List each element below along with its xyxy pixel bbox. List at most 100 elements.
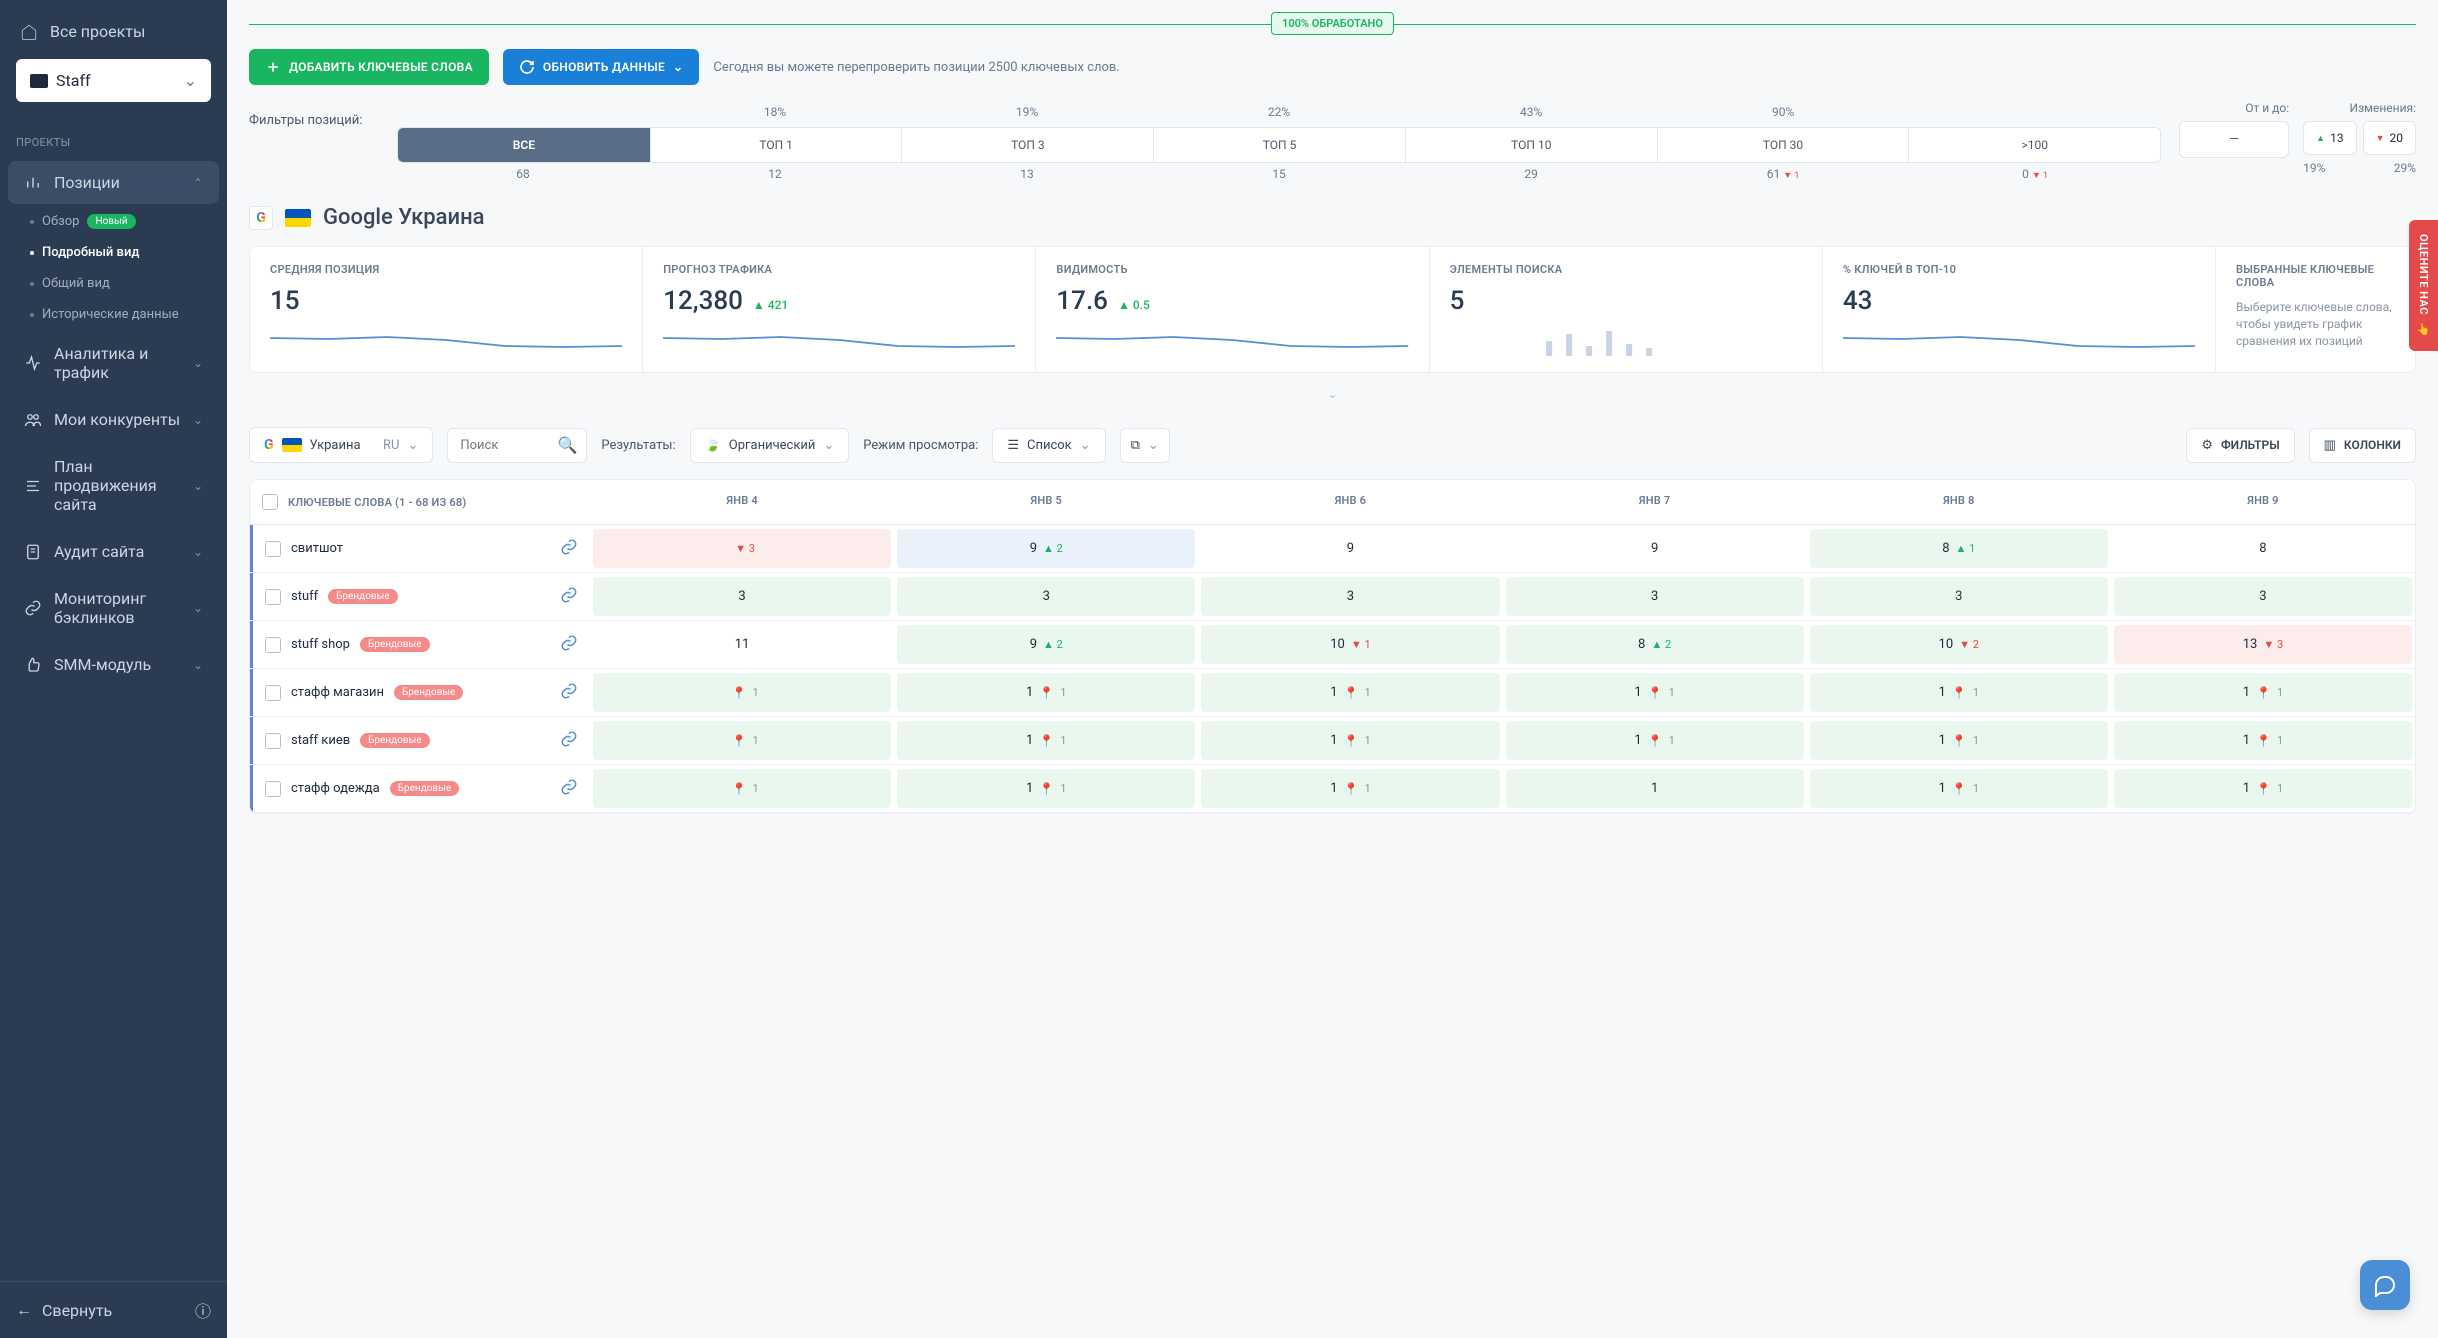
th-date[interactable]: ЯНВ 7 (1503, 480, 1807, 524)
th-date[interactable]: ЯНВ 8 (1807, 480, 2111, 524)
table-cell[interactable]: 8▲ 1 (1810, 529, 2108, 568)
nav-analytics[interactable]: Аналитика и трафик⌄ (8, 332, 219, 394)
subnav-overview[interactable]: Обзор Новый (12, 206, 227, 237)
table-cell[interactable]: 3 (1810, 577, 2108, 616)
row-checkbox[interactable] (265, 589, 281, 605)
table-cell[interactable]: 1📍1 (897, 769, 1195, 808)
table-cell[interactable]: 1📍1 (1810, 721, 2108, 760)
table-cell[interactable]: 1📍1 (2114, 769, 2412, 808)
view-mode-selector[interactable]: ☰ Список ⌄ (992, 428, 1105, 463)
subnav-general[interactable]: Общий вид (12, 268, 227, 299)
link-icon[interactable] (560, 538, 578, 560)
table-cell[interactable]: 1📍1 (1201, 769, 1499, 808)
link-icon[interactable] (560, 778, 578, 800)
stat-card[interactable]: ПРОГНОЗ ТРАФИКА 12,380▲ 421 (642, 247, 1035, 372)
subnav-detailed[interactable]: Подробный вид (12, 237, 227, 268)
row-checkbox[interactable] (265, 781, 281, 797)
th-date[interactable]: ЯНВ 4 (590, 480, 894, 524)
stat-card[interactable]: ВИДИМОСТЬ 17.6▲ 0.5 (1035, 247, 1428, 372)
table-cell[interactable]: 8 (2114, 529, 2412, 568)
stats-expand-button[interactable]: ⌄ (249, 381, 2416, 407)
changes-up-badge[interactable]: ▲13 (2303, 121, 2356, 155)
copy-button[interactable]: ⧉⌄ (1120, 428, 1170, 463)
filter-cell-ТОП 10[interactable]: ТОП 10 (1405, 128, 1657, 162)
filter-cell-ТОП 1[interactable]: ТОП 1 (650, 128, 902, 162)
th-date[interactable]: ЯНВ 9 (2111, 480, 2415, 524)
range-input[interactable]: — (2179, 121, 2289, 158)
nav-positions[interactable]: Позиции ⌃ (8, 161, 219, 204)
link-icon[interactable] (560, 682, 578, 704)
table-cell[interactable]: 11 (593, 625, 891, 664)
stat-card[interactable]: СРЕДНЯЯ ПОЗИЦИЯ 15 (250, 247, 642, 372)
table-cell[interactable]: 1📍1 (2114, 721, 2412, 760)
bars-icon (24, 174, 42, 192)
table-cell[interactable]: 9 (1506, 529, 1804, 568)
progress-bar: 100% ОБРАБОТАНО (249, 12, 2416, 35)
filter-cell-ВСЕ[interactable]: ВСЕ (398, 128, 650, 162)
table-cell[interactable]: 📍1 (593, 673, 891, 712)
row-checkbox[interactable] (265, 733, 281, 749)
table-cell[interactable]: 3 (2114, 577, 2412, 616)
table-cell[interactable]: 1📍1 (1201, 673, 1499, 712)
row-checkbox[interactable] (265, 685, 281, 701)
table-cell[interactable]: 10▼ 2 (1810, 625, 2108, 664)
subnav-historical[interactable]: Исторические данные (12, 299, 227, 330)
table-cell[interactable]: 3 (1201, 577, 1499, 616)
th-date[interactable]: ЯНВ 6 (1198, 480, 1502, 524)
table-cell[interactable]: 1📍1 (1810, 769, 2108, 808)
table-cell[interactable]: 1📍1 (1506, 721, 1804, 760)
filter-cell-ТОП 5[interactable]: ТОП 5 (1153, 128, 1405, 162)
stat-card[interactable]: ЭЛЕМЕНТЫ ПОИСКА 5 (1429, 247, 1822, 372)
table-cell[interactable]: 9 (1201, 529, 1499, 568)
filter-cell-ТОП 3[interactable]: ТОП 3 (901, 128, 1153, 162)
changes-down-badge[interactable]: ▼20 (2363, 121, 2416, 155)
nav-smm[interactable]: SMM-модуль⌄ (8, 643, 219, 686)
th-date[interactable]: ЯНВ 5 (894, 480, 1198, 524)
table-cell[interactable]: 13▼ 3 (2114, 625, 2412, 664)
collapse-button[interactable]: ← Свернуть (16, 1300, 112, 1320)
filters-button[interactable]: ⚙ ФИЛЬТРЫ (2186, 428, 2294, 463)
table-cell[interactable]: 1📍1 (1201, 721, 1499, 760)
table-cell[interactable]: 3 (1506, 577, 1804, 616)
table-cell[interactable]: 8▲ 2 (1506, 625, 1804, 664)
table-cell[interactable]: 📍1 (593, 721, 891, 760)
project-selector[interactable]: Staff ⌄ (16, 59, 211, 102)
stat-card[interactable]: % КЛЮЧЕЙ В ТОП-10 43 (1822, 247, 2215, 372)
table-cell[interactable]: 9▲ 2 (897, 625, 1195, 664)
add-keywords-button[interactable]: ДОБАВИТЬ КЛЮЧЕВЫЕ СЛОВА (249, 49, 489, 85)
chat-button[interactable] (2360, 1260, 2410, 1310)
pin-icon: 📍 (2256, 686, 2271, 700)
table-cell[interactable]: 1 (1506, 769, 1804, 808)
all-projects-link[interactable]: Все проекты (16, 16, 211, 59)
nav-backlinks[interactable]: Мониторинг бэклинков⌄ (8, 577, 219, 639)
nav-audit[interactable]: Аудит сайта⌄ (8, 530, 219, 573)
table-cell[interactable]: 9▲ 2 (897, 529, 1195, 568)
table-cell[interactable]: 📍1 (593, 769, 891, 808)
row-checkbox[interactable] (265, 541, 281, 557)
table-cell[interactable]: 1📍1 (897, 673, 1195, 712)
refresh-button[interactable]: ОБНОВИТЬ ДАННЫЕ ⌄ (503, 49, 700, 85)
link-icon[interactable] (560, 586, 578, 608)
table-cell[interactable]: 1📍1 (2114, 673, 2412, 712)
table-cell[interactable]: 3 (897, 577, 1195, 616)
nav-competitors[interactable]: Мои конкуренты⌄ (8, 398, 219, 441)
table-cell[interactable]: 10▼ 1 (1201, 625, 1499, 664)
th-keywords[interactable]: КЛЮЧЕВЫЕ СЛОВА (1 - 68 ИЗ 68) (250, 480, 590, 524)
filter-cell-ТОП 30[interactable]: ТОП 30 (1657, 128, 1909, 162)
table-cell[interactable]: 1📍1 (1506, 673, 1804, 712)
link-icon[interactable] (560, 634, 578, 656)
columns-button[interactable]: ▥ КОЛОНКИ (2309, 428, 2416, 463)
help-icon[interactable]: ⓘ (195, 1298, 211, 1322)
nav-plan[interactable]: План продвижения сайта⌄ (8, 445, 219, 526)
row-checkbox[interactable] (265, 637, 281, 653)
table-cell[interactable]: 1📍1 (1810, 673, 2108, 712)
link-icon[interactable] (560, 730, 578, 752)
results-type-selector[interactable]: 🍃 Органический ⌄ (690, 428, 850, 463)
country-selector[interactable]: G Украина RU ⌄ (249, 427, 433, 463)
table-cell[interactable]: 3 (593, 577, 891, 616)
feedback-tab[interactable]: ОЦЕНИТЕ НАС 👆 (2409, 220, 2438, 351)
table-cell[interactable]: 1📍1 (897, 721, 1195, 760)
select-all-checkbox[interactable] (262, 494, 278, 510)
table-cell[interactable]: ▼ 3 (593, 529, 891, 568)
filter-cell->100[interactable]: >100 (1908, 128, 2160, 162)
